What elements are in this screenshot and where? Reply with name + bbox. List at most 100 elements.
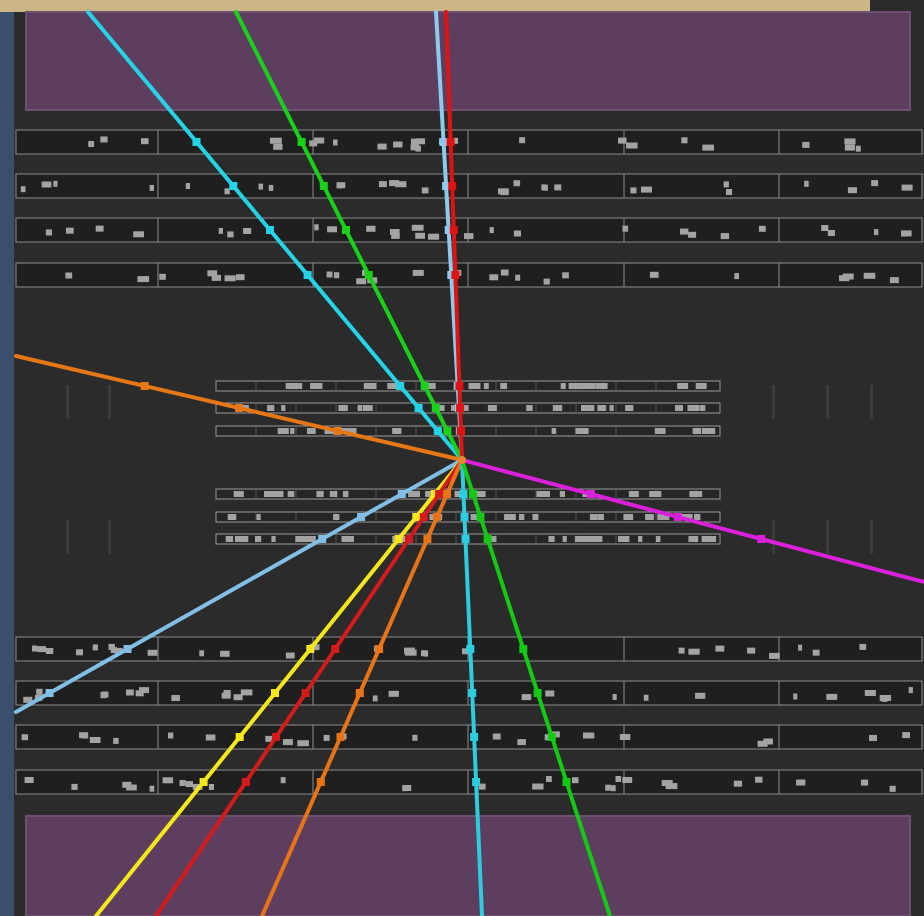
- muon-chamber: [15, 129, 923, 155]
- hit: [468, 383, 481, 389]
- hit: [536, 491, 550, 497]
- hit: [273, 143, 283, 150]
- hit: [551, 428, 557, 434]
- track-hit: [336, 733, 345, 741]
- track-hit: [192, 138, 201, 146]
- spacer-tick: [826, 520, 829, 554]
- hit: [804, 180, 809, 187]
- hit: [842, 273, 854, 280]
- hit: [500, 383, 508, 389]
- muon-chamber-row: [15, 724, 923, 750]
- hit: [333, 272, 340, 279]
- hit: [297, 740, 309, 747]
- hit: [280, 777, 286, 784]
- hit: [612, 694, 617, 700]
- hit: [889, 277, 899, 284]
- hit: [597, 514, 604, 520]
- hit: [102, 691, 107, 698]
- spacer-tick: [870, 385, 873, 419]
- hit: [357, 405, 363, 411]
- hit: [310, 383, 323, 389]
- spacer-tick: [772, 520, 775, 554]
- hit: [545, 690, 555, 697]
- hit: [589, 514, 598, 520]
- track-hit: [673, 513, 682, 521]
- hit: [265, 735, 272, 742]
- hit: [654, 428, 666, 434]
- muon-chamber: [15, 724, 923, 750]
- hit: [630, 187, 637, 194]
- hit: [342, 491, 349, 497]
- track-hit: [375, 645, 384, 653]
- hit: [702, 144, 714, 151]
- muon-chamber-row: [15, 217, 923, 243]
- track-hit: [396, 382, 405, 390]
- track-hit: [423, 535, 432, 543]
- track-hit: [586, 490, 595, 498]
- hit: [758, 225, 766, 232]
- track-hit: [476, 513, 485, 521]
- hit: [483, 383, 489, 389]
- hit: [211, 274, 221, 281]
- hit: [734, 273, 739, 280]
- hit: [489, 274, 499, 281]
- hit: [421, 650, 428, 657]
- hit: [723, 181, 729, 188]
- track-hit: [757, 535, 766, 543]
- track-hit: [448, 182, 457, 190]
- hit: [812, 649, 820, 656]
- hit: [391, 232, 400, 239]
- track-hit: [412, 513, 421, 521]
- hit: [489, 227, 494, 234]
- hit: [162, 777, 174, 784]
- hit: [149, 785, 155, 792]
- hit: [282, 739, 293, 746]
- track-hit: [319, 182, 328, 190]
- hit: [256, 514, 261, 520]
- hit: [290, 428, 295, 434]
- hit: [185, 183, 190, 189]
- hit: [517, 739, 526, 746]
- track-hit: [140, 382, 149, 390]
- hit: [66, 227, 74, 234]
- track-hit: [433, 513, 441, 521]
- hit: [500, 269, 509, 276]
- hit: [65, 272, 73, 279]
- hit: [270, 491, 284, 497]
- hit: [826, 693, 838, 700]
- hit: [227, 514, 237, 520]
- hit: [113, 737, 119, 744]
- hit: [695, 383, 707, 389]
- hit: [572, 777, 579, 784]
- hit: [225, 536, 234, 542]
- hit: [855, 145, 861, 152]
- hit: [267, 405, 275, 411]
- spacer-tick: [826, 385, 829, 419]
- track-hit: [469, 490, 477, 498]
- hit: [285, 383, 299, 389]
- hit: [141, 138, 149, 145]
- track-hit: [466, 645, 475, 653]
- hit: [513, 180, 521, 187]
- hit: [388, 690, 399, 697]
- hit: [844, 138, 856, 145]
- hit: [515, 274, 521, 281]
- hit: [20, 186, 26, 193]
- track-hit: [318, 535, 327, 543]
- hit: [224, 188, 230, 195]
- hit: [269, 137, 282, 144]
- hit: [179, 780, 186, 786]
- hit: [171, 695, 180, 701]
- hit: [126, 689, 134, 696]
- hit: [295, 536, 305, 542]
- hit: [645, 514, 654, 520]
- hit: [521, 694, 532, 701]
- event-display: [14, 10, 924, 916]
- hit: [53, 180, 58, 187]
- hit: [268, 184, 274, 191]
- hit: [680, 228, 689, 235]
- track-hit: [483, 535, 492, 543]
- hit: [205, 734, 216, 741]
- track-hit: [547, 733, 556, 741]
- track-hit: [461, 535, 470, 543]
